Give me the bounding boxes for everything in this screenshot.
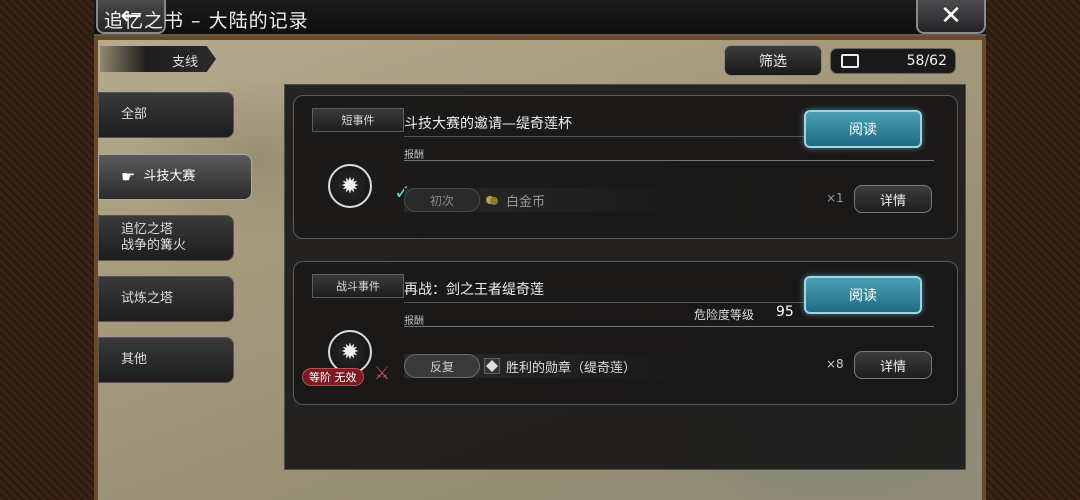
reward-label: 报酬 <box>404 150 424 161</box>
tab-label: 其他 <box>121 352 148 367</box>
reward-kind-pill: 反复 <box>404 354 480 378</box>
counter-value: 58/62 <box>906 53 947 69</box>
tab-label-line2: 战争的篝火 <box>121 238 187 253</box>
tab-label: 试炼之塔 <box>121 291 174 306</box>
event-card: 战斗事件 再战：剑之王者缇奇莲 报酬 危险度等级 95 ✹ 等阶 无效 ⚔ 阅读… <box>293 261 958 405</box>
medal-icon <box>484 358 500 374</box>
divider <box>404 326 934 327</box>
event-type-tag: 战斗事件 <box>312 274 404 298</box>
left-leather-border <box>0 0 96 500</box>
divider <box>404 136 804 137</box>
event-emblem-icon: ✹ <box>328 164 372 208</box>
close-icon: ✕ <box>940 1 962 31</box>
page-title: 追忆之书 – 大陆的记录 <box>104 10 309 32</box>
tab-memory-tower[interactable]: 追忆之塔 战争的篝火 <box>98 215 234 261</box>
details-button[interactable]: 详情 <box>854 351 932 379</box>
read-button[interactable]: 阅读 <box>804 276 922 314</box>
tab-label: 斗技大赛 <box>143 169 196 184</box>
reward-row: 反复 胜利的勋章（缇奇莲） <box>404 354 844 378</box>
tab-arena[interactable]: ☛ 斗技大赛 <box>98 154 252 200</box>
record-counter: 58/62 <box>830 48 956 74</box>
read-button[interactable]: 阅读 <box>804 110 922 148</box>
danger-level-value: 95 <box>776 304 794 320</box>
rank-disabled-badge: 等阶 无效 <box>302 368 364 386</box>
event-type-tag: 短事件 <box>312 108 404 132</box>
book-icon <box>841 54 859 68</box>
reward-item-name: 白金币 <box>506 195 546 210</box>
tab-other[interactable]: 其他 <box>98 337 234 383</box>
reward-item-name: 胜利的勋章（缇奇莲） <box>506 361 637 376</box>
coin-icon <box>486 196 498 205</box>
tab-label-line1: 追忆之塔 <box>121 222 174 237</box>
event-list-panel: 短事件 斗技大赛的邀请—缇奇莲杯 报酬 ✹ 阅读 ✓ 初次 白金币 ×1 详情 … <box>284 84 966 470</box>
details-button[interactable]: 详情 <box>854 185 932 213</box>
right-leather-border <box>984 0 1080 500</box>
tab-label: 全部 <box>121 107 148 122</box>
pointing-hand-icon: ☛ <box>121 167 136 186</box>
crossed-swords-icon: ⚔ <box>374 363 391 384</box>
filter-button[interactable]: 筛选 <box>724 45 822 76</box>
reward-quantity: ×1 <box>826 191 844 205</box>
danger-level-label: 危险度等级 <box>694 308 755 322</box>
category-label: 支线 <box>100 46 216 72</box>
tab-trial-tower[interactable]: 试炼之塔 <box>98 276 234 322</box>
divider <box>404 302 804 303</box>
event-title: 斗技大赛的邀请—缇奇莲杯 <box>404 116 572 132</box>
reward-quantity: ×8 <box>826 357 844 371</box>
reward-label: 报酬 <box>404 316 424 327</box>
event-title: 再战：剑之王者缇奇莲 <box>404 282 544 298</box>
reward-row: 初次 白金币 <box>404 188 844 212</box>
event-card: 短事件 斗技大赛的邀请—缇奇莲杯 报酬 ✹ 阅读 ✓ 初次 白金币 ×1 详情 <box>293 95 958 239</box>
tab-all[interactable]: 全部 <box>98 92 234 138</box>
reward-kind-pill: 初次 <box>404 188 480 212</box>
divider <box>404 160 934 161</box>
close-button[interactable]: ✕ <box>916 0 986 34</box>
